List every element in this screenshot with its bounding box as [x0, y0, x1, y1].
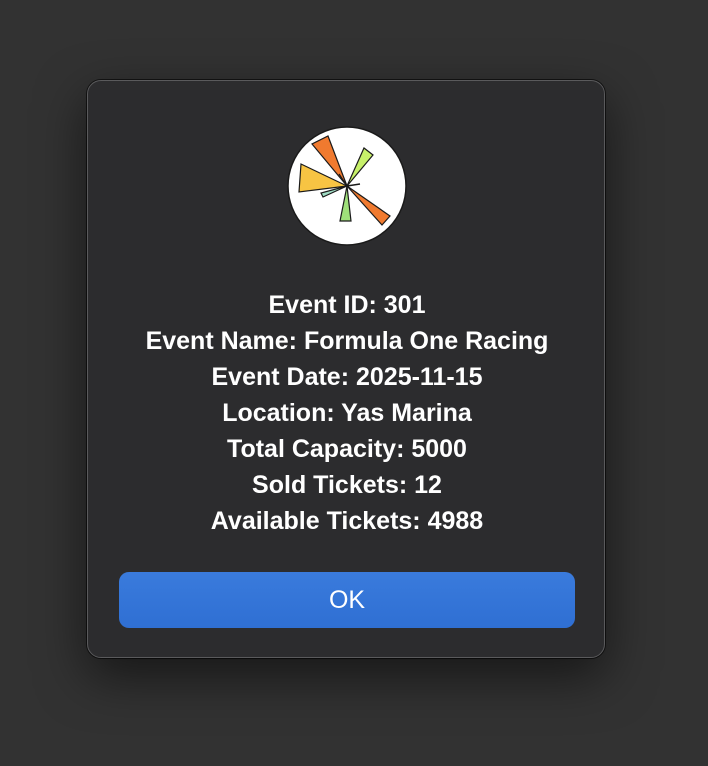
- location-text: Location: Yas Marina: [222, 399, 472, 427]
- desktop-background: Event ID: 301 Event Name: Formula One Ra…: [0, 0, 708, 766]
- event-info-dialog: Event ID: 301 Event Name: Formula One Ra…: [87, 80, 605, 658]
- ok-button[interactable]: OK: [119, 572, 575, 628]
- event-name-text: Event Name: Formula One Racing: [145, 327, 549, 355]
- event-id-text: Event ID: 301: [268, 291, 426, 319]
- pinwheel-app-icon: [287, 126, 407, 246]
- available-tickets-text: Available Tickets: 4988: [210, 507, 484, 535]
- event-details: Event ID: 301 Event Name: Formula One Ra…: [88, 287, 606, 539]
- total-capacity-text: Total Capacity: 5000: [227, 435, 467, 463]
- event-date-text: Event Date: 2025-11-15: [211, 363, 483, 391]
- sold-tickets-text: Sold Tickets: 12: [252, 471, 442, 499]
